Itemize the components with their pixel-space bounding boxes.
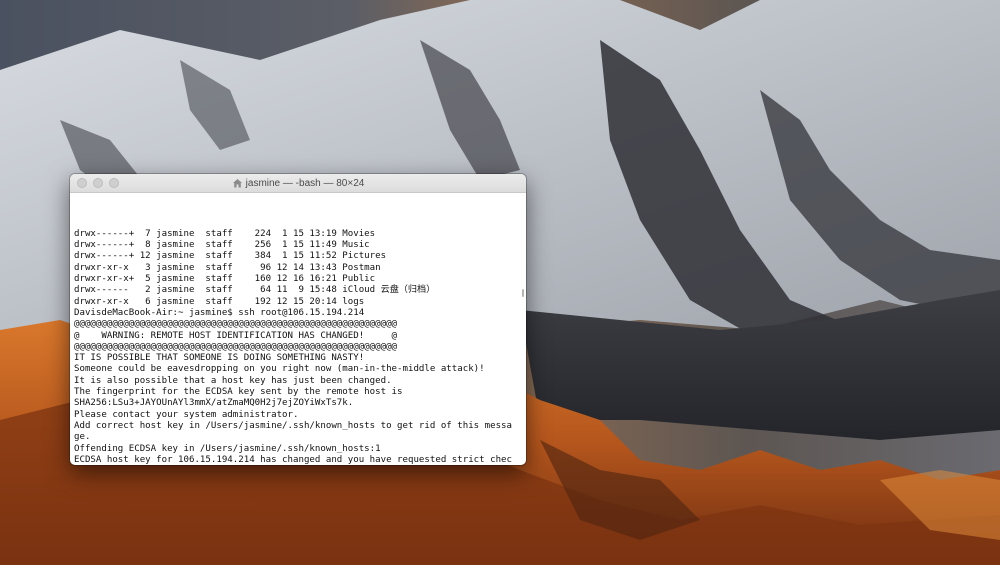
terminal-line: @@@@@@@@@@@@@@@@@@@@@@@@@@@@@@@@@@@@@@@@…: [74, 341, 398, 352]
terminal-line: Offending ECDSA key in /Users/jasmine/.s…: [74, 443, 381, 454]
terminal-window[interactable]: jasmine — -bash — 80×24 drwx------+ 7 ja…: [70, 174, 526, 465]
home-icon: [232, 179, 242, 188]
desktop: jasmine — -bash — 80×24 drwx------+ 7 ja…: [0, 0, 1000, 565]
terminal-output[interactable]: drwx------+ 7 jasmine staff 224 1 15 13:…: [70, 193, 526, 465]
terminal-line: Someone could be eavesdropping on you ri…: [74, 364, 485, 375]
terminal-line: ge.: [74, 432, 91, 443]
terminal-line: drwxr-xr-x 6 jasmine staff 192 12 15 20:…: [74, 296, 365, 307]
terminal-line: Add correct host key in /Users/jasmine/.…: [74, 420, 512, 431]
terminal-line: It is also possible that a host key has …: [74, 375, 392, 386]
window-title: jasmine — -bash — 80×24: [245, 177, 365, 189]
terminal-line: drwx------+ 7 jasmine staff 224 1 15 13:…: [74, 228, 376, 239]
terminal-line: IT IS POSSIBLE THAT SOMEONE IS DOING SOM…: [74, 353, 365, 364]
terminal-line: SHA256:LSu3+JAYOUnAYl3mmX/atZmaMQ0H2j7ej…: [74, 398, 354, 409]
terminal-line: drwxr-xr-x 3 jasmine staff 96 12 14 13:4…: [74, 262, 381, 273]
terminal-line: Please contact your system administrator…: [74, 409, 299, 420]
terminal-line: drwx------+ 8 jasmine staff 256 1 15 11:…: [74, 240, 370, 251]
terminal-line: drwx------ 2 jasmine staff 64 11 9 15:48…: [74, 285, 436, 296]
terminal-line: drwx------+ 12 jasmine staff 384 1 15 11…: [74, 251, 387, 262]
window-title-area: jasmine — -bash — 80×24: [70, 174, 526, 192]
scroll-indicator[interactable]: [522, 289, 524, 297]
terminal-line: DavisdeMacBook-Air:~ jasmine$ ssh root@1…: [74, 307, 365, 318]
terminal-line: ECDSA host key for 106.15.194.214 has ch…: [74, 454, 512, 465]
terminal-line: @ WARNING: REMOTE HOST IDENTIFICATION HA…: [74, 330, 398, 341]
terminal-line: @@@@@@@@@@@@@@@@@@@@@@@@@@@@@@@@@@@@@@@@…: [74, 319, 398, 330]
window-titlebar[interactable]: jasmine — -bash — 80×24: [70, 174, 526, 193]
terminal-line: drwxr-xr-x+ 5 jasmine staff 160 12 16 16…: [74, 274, 376, 285]
terminal-line: The fingerprint for the ECDSA key sent b…: [74, 387, 403, 398]
